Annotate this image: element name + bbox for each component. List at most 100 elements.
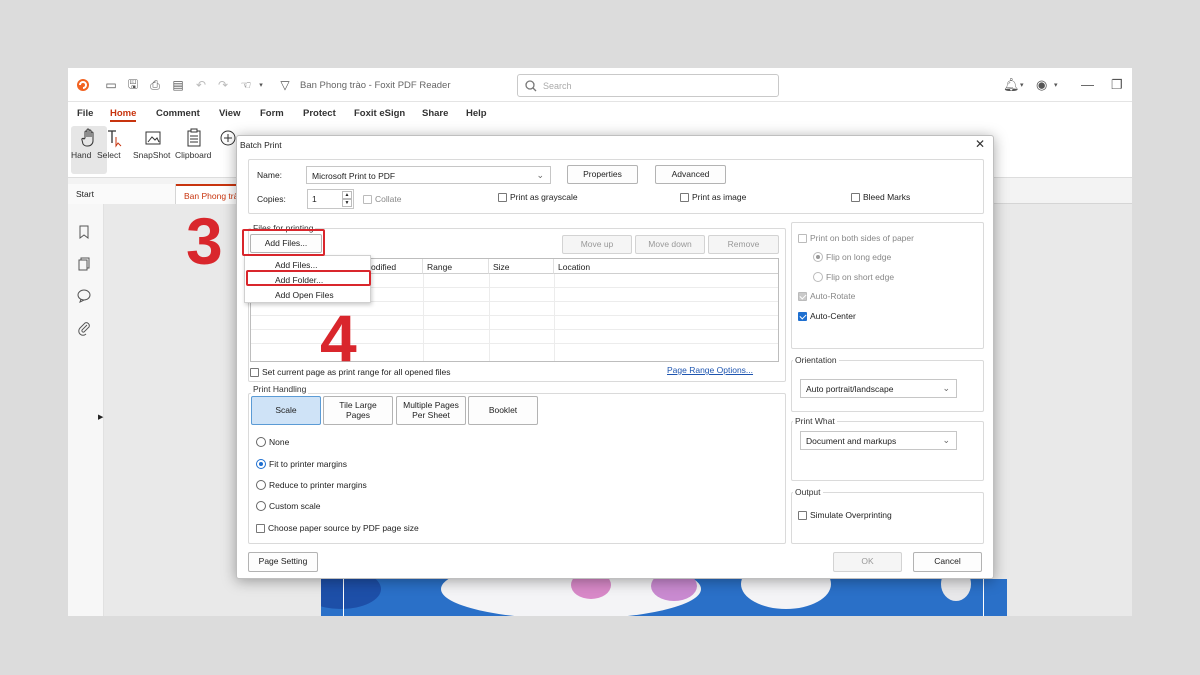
attachment-icon[interactable] [76,320,92,336]
menu-protect[interactable]: Protect [303,108,336,119]
move-down-button[interactable]: Move down [635,235,705,254]
undo-icon[interactable]: ↶ [194,78,208,92]
tab-start[interactable]: Start [68,184,176,204]
clipboard-button[interactable]: Clipboard [175,126,213,160]
close-icon[interactable]: ✕ [975,137,985,151]
hand-tool-quick-icon[interactable]: ☜ [239,78,253,92]
orientation-select[interactable]: Auto portrait/landscape ⌄ [800,379,957,398]
remove-button[interactable]: Remove [708,235,779,254]
flip-long-edge-radio[interactable]: Flip on long edge [813,252,891,262]
chevron-down-icon[interactable]: ▾ [254,78,268,92]
print-icon[interactable]: ⎙ [148,78,162,92]
redo-icon[interactable]: ↷ [216,78,230,92]
zoom-button[interactable]: Zo [218,126,238,150]
column-header-range[interactable]: Range [423,259,489,274]
page-range-options-link[interactable]: Page Range Options... [667,365,753,375]
customize-quick-access-icon[interactable]: ▽ [278,78,292,92]
menu-form[interactable]: Form [260,108,284,119]
menu-comment[interactable]: Comment [156,108,200,119]
bookmark-icon[interactable] [76,224,92,240]
menu-item-add-open-files[interactable]: Add Open Files [245,288,370,302]
page-setting-button[interactable]: Page Setting [248,552,318,572]
paper-source-checkbox[interactable]: Choose paper source by PDF page size [256,523,419,533]
menu-foxit-esign[interactable]: Foxit eSign [354,108,405,119]
properties-button[interactable]: Properties [567,165,638,184]
simulate-overprinting-checkbox[interactable]: Simulate Overprinting [798,510,892,520]
account-icon[interactable]: ◉ [1036,77,1047,93]
menu-share[interactable]: Share [422,108,448,119]
tab-multiple-pages-per-sheet[interactable]: Multiple Pages Per Sheet [396,396,466,425]
snapshot-button[interactable]: SnapShot [133,126,173,160]
search-input[interactable]: Search [517,74,779,97]
hand-label: Hand [71,150,92,160]
print-what-label: Print What [793,416,837,426]
minimize-icon[interactable]: — [1081,77,1094,92]
advanced-button[interactable]: Advanced [655,165,726,184]
print-what-select[interactable]: Document and markups ⌄ [800,431,957,450]
pages-icon[interactable] [76,256,92,272]
collate-checkbox[interactable]: Collate [363,194,401,204]
print-grayscale-checkbox[interactable]: Print as grayscale [498,192,578,202]
document-icon[interactable]: ▤ [171,78,185,92]
collapse-panel-icon[interactable]: ▶ [98,413,103,421]
select-tool-button[interactable]: Select [97,126,133,160]
reduce-to-margins-radio[interactable]: Reduce to printer margins [256,480,367,490]
save-icon[interactable]: 🖫 [126,77,140,92]
copies-stepper[interactable]: 1 ▲ ▼ [307,189,354,209]
column-divider [489,274,490,361]
menu-help[interactable]: Help [466,108,487,119]
clipboard-icon [175,126,213,150]
restore-icon[interactable]: ❐ [1111,77,1123,93]
custom-scale-radio[interactable]: Custom scale [256,501,321,511]
flip-short-edge-radio[interactable]: Flip on short edge [813,272,894,282]
menu-file[interactable]: File [77,108,93,119]
print-what-value: Document and markups [806,436,897,446]
ok-button[interactable]: OK [833,552,902,572]
move-up-button[interactable]: Move up [562,235,632,254]
dialog-title: Batch Print [240,140,282,150]
snapshot-label: SnapShot [133,150,171,160]
column-header-location[interactable]: Location [554,259,778,274]
tab-tile-large-pages[interactable]: Tile Large Pages [323,396,393,425]
duplex-label: Print on both sides of paper [810,233,914,243]
menu-home[interactable]: Home [110,108,137,122]
column-header-size[interactable]: Size [489,259,554,274]
column-divider [554,274,555,361]
cancel-button[interactable]: Cancel [913,552,982,572]
fit-to-margins-label: Fit to printer margins [269,459,347,469]
comments-icon[interactable] [76,288,92,304]
auto-center-checkbox[interactable]: Auto-Center [798,311,856,321]
pdf-page-preview [321,579,1007,616]
name-label: Name: [257,170,283,180]
flip-short-edge-label: Flip on short edge [826,272,895,282]
print-image-label: Print as image [692,192,747,202]
step-4-highlight [246,270,371,286]
flip-long-edge-label: Flip on long edge [826,252,892,262]
stepper-down-icon[interactable]: ▼ [342,199,352,207]
printer-select[interactable]: Microsoft Print to PDF ⌄ [306,166,551,184]
left-navigation-panel [68,204,104,616]
chevron-down-icon[interactable]: ▾ [1054,81,1058,89]
open-folder-icon[interactable]: ▭ [104,78,118,92]
scale-none-radio[interactable]: None [256,437,289,447]
menu-view[interactable]: View [219,108,240,119]
print-handling-label: Print Handling [251,384,309,394]
bleed-marks-checkbox[interactable]: Bleed Marks [851,192,910,202]
collate-label: Collate [375,194,402,204]
search-placeholder: Search [543,81,572,91]
fit-to-margins-radio[interactable]: Fit to printer margins [256,459,347,469]
select-text-icon [97,126,133,150]
chevron-down-icon[interactable]: ▾ [1020,81,1024,89]
step-4-number: 4 [320,301,357,375]
print-image-checkbox[interactable]: Print as image [680,192,746,202]
reduce-to-margins-label: Reduce to printer margins [269,480,367,490]
select-label: Select [97,150,121,160]
output-label: Output [793,487,823,497]
step-3-highlight [242,229,325,256]
stepper-up-icon[interactable]: ▲ [342,191,352,199]
bell-icon[interactable]: 🔔︎ [1003,77,1020,93]
duplex-checkbox[interactable]: Print on both sides of paper [798,233,914,243]
tab-scale[interactable]: Scale [251,396,321,425]
tab-booklet[interactable]: Booklet [468,396,538,425]
auto-rotate-checkbox[interactable]: Auto-Rotate [798,291,855,301]
